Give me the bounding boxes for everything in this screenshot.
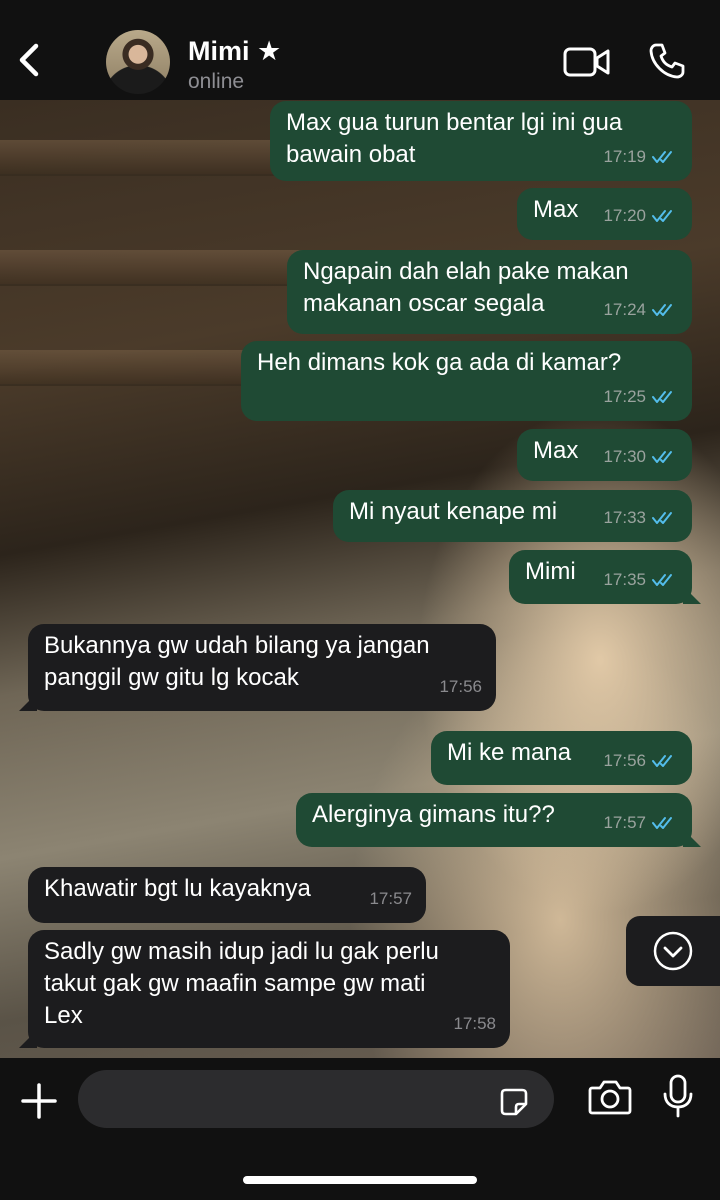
read-receipt-icon <box>652 210 672 222</box>
read-receipt-icon <box>652 151 672 163</box>
message-time: 17:33 <box>603 508 646 527</box>
message-time: 17:19 <box>603 147 646 166</box>
incoming-message[interactable]: Sadly gw masih idup jadi lu gak perlu ta… <box>19 930 510 1048</box>
message-meta: 17:24 <box>603 294 678 326</box>
message-text: Bukannya gw udah bilang ya jangan panggi… <box>44 632 430 691</box>
message-time: 17:24 <box>603 300 646 319</box>
message-time: 17:35 <box>603 570 646 589</box>
contact-name[interactable]: Mimi ★ <box>188 36 281 67</box>
message-time: 17:30 <box>603 447 646 466</box>
video-camera-icon <box>563 47 610 77</box>
camera-button[interactable] <box>588 1078 632 1116</box>
message-time: 17:57 <box>369 889 412 908</box>
message-meta: 17:35 <box>603 564 678 596</box>
read-receipt-icon <box>652 817 672 829</box>
outgoing-message[interactable]: Max 17:30 <box>517 429 692 481</box>
sticker-icon <box>500 1088 528 1116</box>
video-call-button[interactable] <box>563 46 611 78</box>
message-meta: 17:19 <box>603 141 678 173</box>
outgoing-message[interactable]: Heh dimans kok ga ada di kamar? 17:25 <box>241 341 692 421</box>
message-meta: 17:58 <box>453 1008 496 1040</box>
outgoing-message[interactable]: Mi ke mana 17:56 <box>431 731 692 785</box>
outgoing-message[interactable]: Alerginya gimans itu?? 17:57 <box>296 793 701 847</box>
scroll-to-bottom-button[interactable] <box>626 916 720 986</box>
voice-call-button[interactable] <box>648 42 686 80</box>
message-time: 17:56 <box>439 677 482 696</box>
chat-header: Mimi ★ online <box>0 0 720 100</box>
message-time: 17:57 <box>603 813 646 832</box>
camera-icon <box>588 1080 632 1115</box>
message-meta: 17:33 <box>603 502 678 534</box>
message-meta: 17:25 <box>603 381 678 413</box>
message-meta: 17:56 <box>603 745 678 777</box>
plus-icon <box>21 1083 57 1119</box>
outgoing-message[interactable]: Max 17:20 <box>517 188 692 240</box>
avatar[interactable] <box>106 30 170 94</box>
chevron-down-circle-icon <box>653 931 693 971</box>
read-receipt-icon <box>652 755 672 767</box>
message-time: 17:58 <box>453 1014 496 1033</box>
message-meta: 17:56 <box>439 671 482 703</box>
message-text: Khawatir bgt lu kayaknya <box>44 875 311 902</box>
outgoing-message[interactable]: Ngapain dah elah pake makan makanan osca… <box>287 250 692 334</box>
read-receipt-icon <box>652 574 672 586</box>
message-time: 17:20 <box>603 206 646 225</box>
read-receipt-icon <box>652 512 672 524</box>
read-receipt-icon <box>652 451 672 463</box>
read-receipt-icon <box>652 304 672 316</box>
microphone-icon <box>663 1074 693 1118</box>
home-indicator <box>243 1176 477 1184</box>
message-time: 17:56 <box>603 751 646 770</box>
incoming-message[interactable]: Bukannya gw udah bilang ya jangan panggi… <box>19 624 496 711</box>
back-button[interactable] <box>14 40 44 80</box>
message-meta: 17:57 <box>603 807 678 839</box>
message-meta: 17:30 <box>603 441 678 473</box>
contact-status: online <box>188 70 245 93</box>
chevron-left-icon <box>19 43 39 77</box>
message-text: Sadly gw masih idup jadi lu gak perlu ta… <box>44 938 439 1029</box>
read-receipt-icon <box>652 391 672 403</box>
incoming-message[interactable]: Khawatir bgt lu kayaknya 17:57 <box>28 867 426 923</box>
message-time: 17:25 <box>603 387 646 406</box>
message-meta: 17:57 <box>369 883 412 915</box>
microphone-button[interactable] <box>662 1074 694 1118</box>
phone-icon <box>649 43 685 79</box>
sticker-button[interactable] <box>498 1086 530 1118</box>
outgoing-message[interactable]: Max gua turun bentar lgi ini gua bawain … <box>270 101 692 181</box>
message-input[interactable] <box>78 1070 554 1128</box>
outgoing-message[interactable]: Mi nyaut kenape mi 17:33 <box>333 490 692 542</box>
outgoing-message[interactable]: Mimi 17:35 <box>509 550 701 604</box>
attach-button[interactable] <box>20 1082 58 1120</box>
message-text: Heh dimans kok ga ada di kamar? <box>257 349 622 376</box>
message-meta: 17:20 <box>603 200 678 232</box>
